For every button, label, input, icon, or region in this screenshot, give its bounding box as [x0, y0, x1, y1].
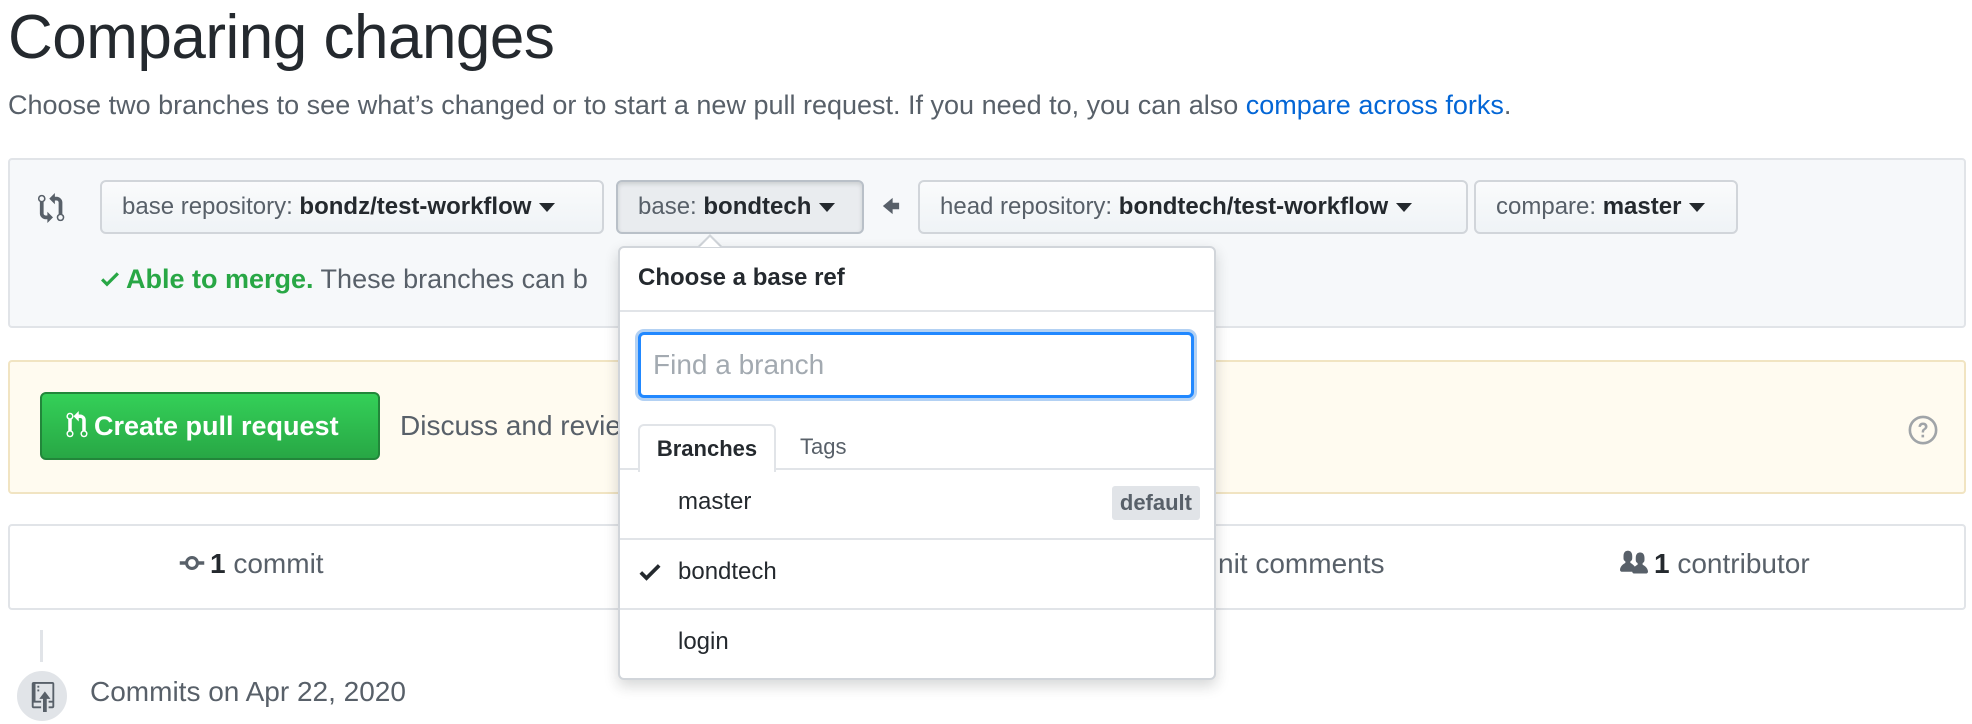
- branch-name: bondtech: [678, 558, 777, 585]
- base-repo-label: base repository:: [122, 193, 300, 220]
- tab-tags[interactable]: Tags: [800, 424, 846, 470]
- page-subtitle: Choose two branches to see what’s change…: [8, 90, 1511, 121]
- discuss-text: Discuss and revie: [400, 410, 621, 441]
- branch-name: login: [678, 628, 729, 655]
- arrow-left-icon: [882, 197, 900, 215]
- divider: [620, 310, 1214, 312]
- commits-count: 1: [210, 548, 226, 579]
- contributors-summary[interactable]: 1 contributor: [1618, 548, 1810, 580]
- subtitle-text: Choose two branches to see what’s change…: [8, 90, 1246, 120]
- commits-label: commit: [225, 548, 324, 579]
- base-label: base:: [638, 193, 704, 220]
- merge-status: Able to merge. These branches can b: [98, 264, 588, 295]
- question-icon[interactable]: [1908, 415, 1938, 445]
- chevron-down-icon: [819, 203, 836, 213]
- branch-item-bondtech[interactable]: bondtech: [620, 540, 1214, 608]
- page-title: Comparing changes: [8, 3, 555, 72]
- base-repository-select[interactable]: base repository: bondz/test-workflow: [100, 180, 604, 234]
- merge-ok-text: Able to merge.: [126, 264, 314, 294]
- check-icon: [101, 272, 119, 287]
- base-branch-select[interactable]: base: bondtech: [616, 180, 864, 234]
- head-repository-select[interactable]: head repository: bondtech/test-workflow: [918, 180, 1468, 234]
- branch-item-login[interactable]: login: [620, 610, 1214, 678]
- compare-across-forks-link[interactable]: compare across forks: [1246, 90, 1504, 120]
- contributors-label: contributor: [1669, 548, 1810, 579]
- people-icon: [1620, 550, 1648, 574]
- compare-value: master: [1602, 193, 1682, 220]
- branch-filter-input[interactable]: [638, 332, 1194, 398]
- tab-branches[interactable]: Branches: [638, 424, 776, 472]
- head-repo-label: head repository:: [940, 193, 1119, 220]
- git-commit-icon: [179, 556, 205, 570]
- create-pull-request-button[interactable]: Create pull request: [40, 392, 380, 460]
- branch-item-master[interactable]: master default: [620, 470, 1214, 538]
- base-value: bondtech: [703, 193, 812, 220]
- commits-date-heading: Commits on Apr 22, 2020: [90, 676, 406, 707]
- timeline-line: [40, 630, 43, 662]
- compare-branch-select[interactable]: compare: master: [1474, 180, 1738, 234]
- chevron-down-icon: [1689, 203, 1706, 213]
- dropdown-caret-inner: [700, 237, 720, 247]
- git-pull-request-icon: [66, 411, 88, 438]
- check-icon: [639, 564, 661, 581]
- timeline-badge: [14, 668, 70, 724]
- create-pr-label: Create pull request: [94, 411, 339, 441]
- merge-description: These branches can b: [313, 264, 588, 294]
- contributors-count: 1: [1654, 548, 1670, 579]
- compare-icon: [38, 193, 65, 223]
- default-badge: default: [1111, 486, 1200, 520]
- dropdown-header: Choose a base ref: [638, 264, 845, 291]
- subtitle-end: .: [1503, 90, 1512, 120]
- compare-label: compare:: [1496, 193, 1603, 220]
- head-repo-value: bondtech/test-workflow: [1118, 193, 1389, 220]
- commit-comments-summary[interactable]: nit comments: [1218, 548, 1385, 580]
- chevron-down-icon: [1396, 203, 1413, 213]
- repo-push-icon: [31, 682, 55, 712]
- comments-label: nit comments: [1218, 548, 1385, 579]
- chevron-down-icon: [539, 203, 556, 213]
- branch-name: master: [678, 488, 752, 515]
- commits-summary[interactable]: 1 commit: [178, 548, 324, 580]
- base-repo-value: bondz/test-workflow: [299, 193, 532, 220]
